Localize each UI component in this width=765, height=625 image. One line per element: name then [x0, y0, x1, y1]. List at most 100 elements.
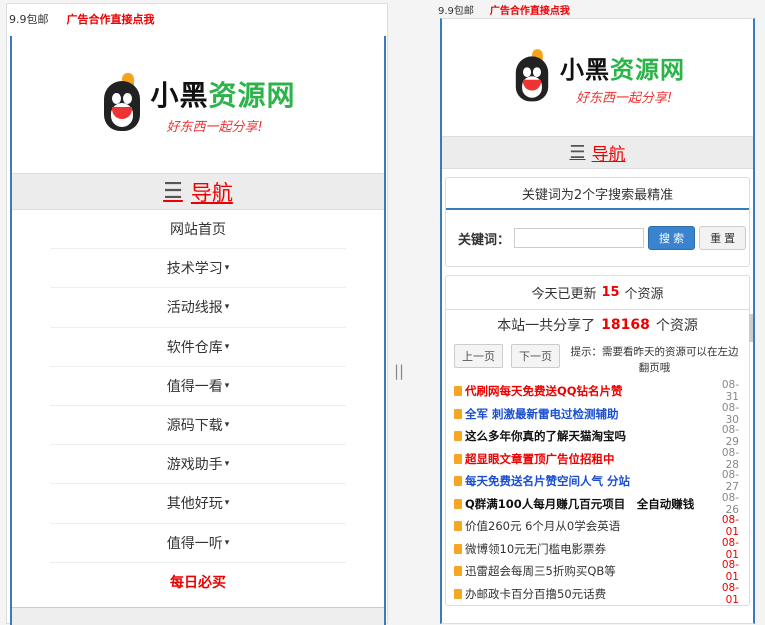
logo-slogan: 好东西一起分享! — [166, 120, 263, 135]
nav-menu-item-label: 游戏助手 — [166, 457, 223, 474]
resource-title[interactable]: 这么多年你真的了解天猫淘宝吗 — [465, 428, 711, 444]
keyword-input[interactable] — [514, 228, 645, 248]
resource-item[interactable]: 超显眼文章置顶广告位招租中 08-28 — [454, 446, 739, 471]
today-text-pre: 今天已更新 — [531, 287, 597, 302]
search-button[interactable]: 搜 索 — [648, 226, 696, 250]
resource-date: 08-01 — [721, 536, 739, 561]
resource-date: 08-01 — [721, 514, 739, 539]
nav-menu-item-label: 每日必买 — [170, 575, 226, 592]
topbar-text[interactable]: 9.9包邮 — [438, 2, 474, 17]
left-pane: 9.9包邮 广告合作直接点我 小黑资源网 好东西一起分享! ☰ 导航 网站首页技… — [6, 3, 388, 625]
today-updated-heading: 今天已更新 15 个资源 — [446, 276, 749, 310]
prev-page-button[interactable]: 上一页 — [454, 344, 503, 368]
resource-date: 08-26 — [721, 491, 739, 516]
search-row: 关键词： 搜 索 重 置 — [446, 210, 749, 266]
nav-menu-item[interactable]: 值得一听 ▾ — [50, 524, 346, 563]
nav-toggle[interactable]: ☰ 导航 — [442, 137, 753, 169]
file-icon — [454, 476, 462, 487]
resource-title[interactable]: 价值260元 6个月从0学会英语 — [465, 518, 711, 534]
pager-tip: 提示：需要看昨天的资源可以在左边翻页哦 — [570, 346, 739, 374]
keyword-label: 关键词： — [458, 232, 511, 248]
resource-date: 08-01 — [721, 559, 739, 584]
logo-slogan: 好东西一起分享! — [576, 90, 673, 106]
nav-menu-item[interactable]: 网站首页 — [50, 210, 346, 250]
nav-menu-item[interactable]: 游戏助手 ▾ — [50, 445, 346, 485]
nav-menu-item[interactable]: 源码下载 ▾ — [50, 406, 346, 446]
nav-menu-item-label: 软件仓库 — [166, 339, 223, 356]
resource-item[interactable]: 迅雷超会每周三5折购买QB等 08-01 — [454, 559, 739, 584]
caret-down-icon: ▾ — [224, 537, 230, 548]
logo-text: 小黑资源网 好东西一起分享! — [560, 50, 685, 106]
resource-date: 08-31 — [721, 379, 739, 404]
top-bar: 9.9包邮 广告合作直接点我 — [7, 4, 387, 34]
topbar-text[interactable]: 9.9包邮 — [9, 11, 49, 27]
nav-menu-item-label: 源码下载 — [166, 418, 223, 435]
nav-toggle[interactable]: ☰ 导航 — [12, 174, 384, 210]
resource-item[interactable]: 代刷网每天免费送QQ钻名片赞 08-31 — [454, 379, 739, 404]
resource-title[interactable]: 代刷网每天免费送QQ钻名片赞 — [465, 383, 711, 399]
resource-item[interactable]: 价值260元 6个月从0学会英语 08-01 — [454, 514, 739, 539]
resource-item[interactable]: 这么多年你真的了解天猫淘宝吗 08-29 — [454, 424, 739, 449]
resource-item[interactable]: Q群满100人每月赚几百元项目 全自动赚钱 08-26 — [454, 491, 739, 516]
resource-date: 08-29 — [721, 424, 739, 449]
resource-item[interactable]: 全军 刺激最新雷电过检测辅助 08-30 — [454, 401, 739, 426]
resource-title[interactable]: 微博领10元无门槛电影票券 — [465, 541, 711, 557]
file-icon — [454, 453, 462, 464]
nav-menu-item-label: 技术学习 — [166, 261, 223, 278]
nav-label: 导航 — [591, 145, 626, 165]
caret-down-icon: ▾ — [224, 380, 230, 391]
resource-title[interactable]: 超显眼文章置顶广告位招租中 — [465, 451, 711, 467]
total-text-pre: 本站一共分享了 — [497, 318, 596, 334]
nav-menu-item[interactable]: 活动线报 ▾ — [50, 288, 346, 328]
resource-title[interactable]: 每天免费送名片赞空间人气 分站 — [465, 473, 711, 489]
file-icon — [454, 588, 462, 599]
nav-menu-item-label: 值得一看 — [166, 378, 223, 395]
logo-area: 小黑资源网 好东西一起分享! — [442, 19, 753, 137]
site-logo[interactable]: 小黑资源网 好东西一起分享! — [100, 72, 295, 137]
resource-date: 08-30 — [721, 401, 739, 426]
resource-item[interactable]: 办邮政卡百分百撸50元话费 08-01 — [454, 581, 739, 606]
caret-down-icon: ▾ — [224, 263, 230, 274]
nav-menu-item-label: 网站首页 — [170, 222, 226, 239]
pager: 上一页 下一页 提示：需要看昨天的资源可以在左边翻页哦 — [446, 340, 749, 380]
hamburger-icon: ☰ — [569, 142, 586, 163]
resource-title[interactable]: Q群满100人每月赚几百元项目 全自动赚钱 — [465, 496, 711, 512]
today-count: 15 — [601, 285, 620, 300]
file-icon — [454, 386, 462, 397]
left-frame: 小黑资源网 好东西一起分享! ☰ 导航 网站首页 技术学习 ▾ 活动线报 ▾ 软件仓库 ▾ 值… — [10, 36, 386, 625]
total-text-post: 个资源 — [655, 318, 698, 334]
logo-area: 小黑资源网 好东西一起分享! — [12, 36, 384, 174]
pane-divider-handle[interactable]: || — [394, 362, 404, 380]
right-top-bar: 9.9包邮 广告合作直接点我 — [438, 0, 755, 18]
resource-title[interactable]: 迅雷超会每周三5折购买QB等 — [465, 563, 711, 579]
nav-menu-item[interactable]: 值得一看 ▾ — [50, 367, 346, 406]
penguin-logo-icon — [512, 48, 552, 107]
nav-menu-item-label: 活动线报 — [166, 300, 223, 317]
nav-menu-item[interactable]: 软件仓库 ▾ — [50, 328, 346, 367]
file-icon — [454, 431, 462, 442]
resource-title[interactable]: 全军 刺激最新雷电过检测辅助 — [465, 406, 711, 422]
reset-button[interactable]: 重 置 — [699, 226, 747, 250]
logo-name-green: 资源网 — [610, 55, 685, 84]
resource-date: 08-27 — [721, 469, 739, 494]
resource-date: 08-01 — [721, 581, 739, 606]
logo-name-black: 小黑 — [560, 55, 610, 84]
today-text-post: 个资源 — [624, 287, 664, 302]
resource-date: 08-28 — [721, 446, 739, 471]
resource-item[interactable]: 微博领10元无门槛电影票券 08-01 — [454, 536, 739, 561]
scrollbar[interactable] — [749, 314, 753, 342]
next-page-button[interactable]: 下一页 — [511, 344, 560, 368]
ad-link[interactable]: 广告合作直接点我 — [490, 2, 570, 17]
resource-item[interactable]: 每天免费送名片赞空间人气 分站 08-27 — [454, 469, 739, 494]
ad-link[interactable]: 广告合作直接点我 — [67, 11, 155, 27]
site-logo[interactable]: 小黑资源网 好东西一起分享! — [510, 46, 685, 110]
nav-menu-item[interactable]: 其他好玩 ▾ — [50, 484, 346, 524]
nav-menu-item[interactable]: 每日必买 — [50, 563, 346, 602]
nav-label: 导航 — [190, 180, 233, 205]
caret-down-icon: ▾ — [224, 302, 230, 313]
nav-menu-item[interactable]: 技术学习 ▾ — [50, 249, 346, 289]
resource-list: 代刷网每天免费送QQ钻名片赞 08-31 全军 刺激最新雷电过检测辅助 08-30 这么… — [446, 379, 749, 606]
resource-title[interactable]: 办邮政卡百分百撸50元话费 — [465, 586, 711, 602]
search-heading: 关键词为2个字搜索最精准 — [446, 178, 749, 210]
left-footer — [12, 607, 384, 625]
